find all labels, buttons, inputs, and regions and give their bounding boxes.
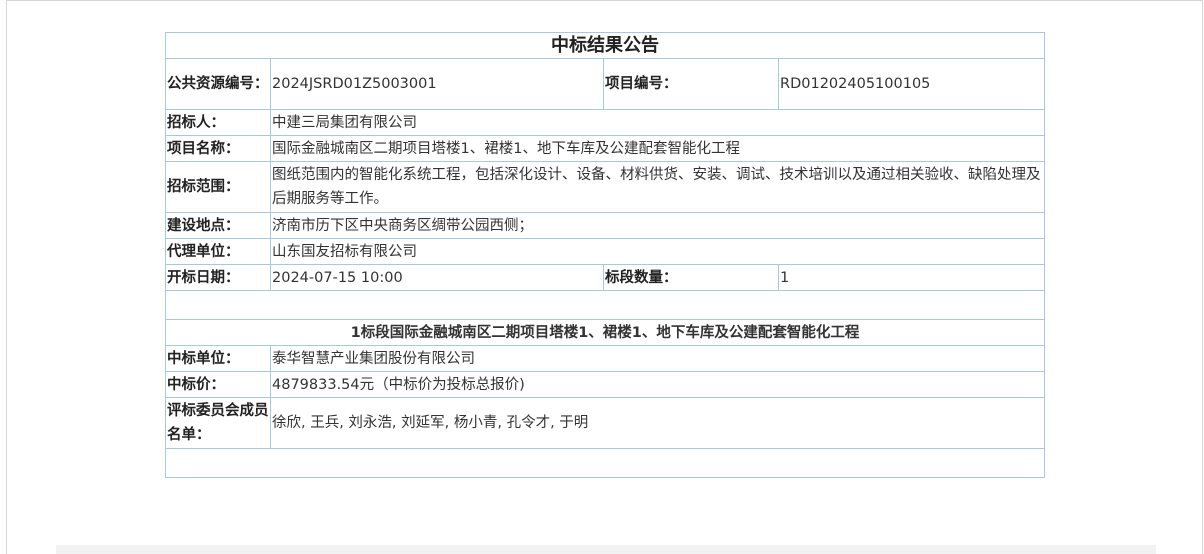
lot-count-label: 标段数量： — [603, 264, 779, 291]
open-date-label: 开标日期： — [165, 264, 271, 291]
spacer-row-bottom — [165, 448, 1045, 478]
price-value: 4879833.54元（中标价为投标总报价) — [270, 371, 1045, 398]
resource-no-label: 公共资源编号： — [165, 58, 271, 110]
scope-label: 招标范围： — [165, 161, 271, 213]
footer-bar — [56, 545, 1156, 554]
lot-count-value: 1 — [778, 264, 1045, 291]
agency-label: 代理单位： — [165, 238, 271, 265]
notice-title: 中标结果公告 — [165, 32, 1045, 59]
lot-heading: 1标段国际金融城南区二期项目塔楼1、裙楼1、地下车库及公建配套智能化工程 — [165, 319, 1045, 346]
bid-result-table: 中标结果公告 公共资源编号： 2024JSRD01Z5003001 项目编号： … — [165, 32, 1045, 478]
project-no-value: RD01202405100105 — [778, 58, 1045, 110]
location-label: 建设地点： — [165, 212, 271, 239]
winner-label: 中标单位： — [165, 345, 271, 372]
scope-value: 图纸范围内的智能化系统工程，包括深化设计、设备、材料供货、安装、调试、技术培训以… — [270, 161, 1045, 213]
price-label: 中标价： — [165, 371, 271, 398]
agency-value: 山东国友招标有限公司 — [270, 238, 1045, 265]
winner-value: 泰华智慧产业集团股份有限公司 — [270, 345, 1045, 372]
resource-no-value: 2024JSRD01Z5003001 — [270, 58, 604, 110]
project-name-label: 项目名称： — [165, 135, 271, 162]
project-no-label: 项目编号： — [603, 58, 779, 110]
committee-value: 徐欣, 王兵, 刘永浩, 刘延军, 杨小青, 孔令才, 于明 — [270, 397, 1045, 449]
project-name-value: 国际金融城南区二期项目塔楼1、裙楼1、地下车库及公建配套智能化工程 — [270, 135, 1045, 162]
committee-label: 评标委员会成员名单： — [165, 397, 271, 449]
open-date-value: 2024-07-15 10:00 — [270, 264, 604, 291]
location-value: 济南市历下区中央商务区绸带公园西侧； — [270, 212, 1045, 239]
spacer-row — [165, 290, 1045, 320]
tenderer-label: 招标人： — [165, 109, 271, 136]
tenderer-value: 中建三局集团有限公司 — [270, 109, 1045, 136]
